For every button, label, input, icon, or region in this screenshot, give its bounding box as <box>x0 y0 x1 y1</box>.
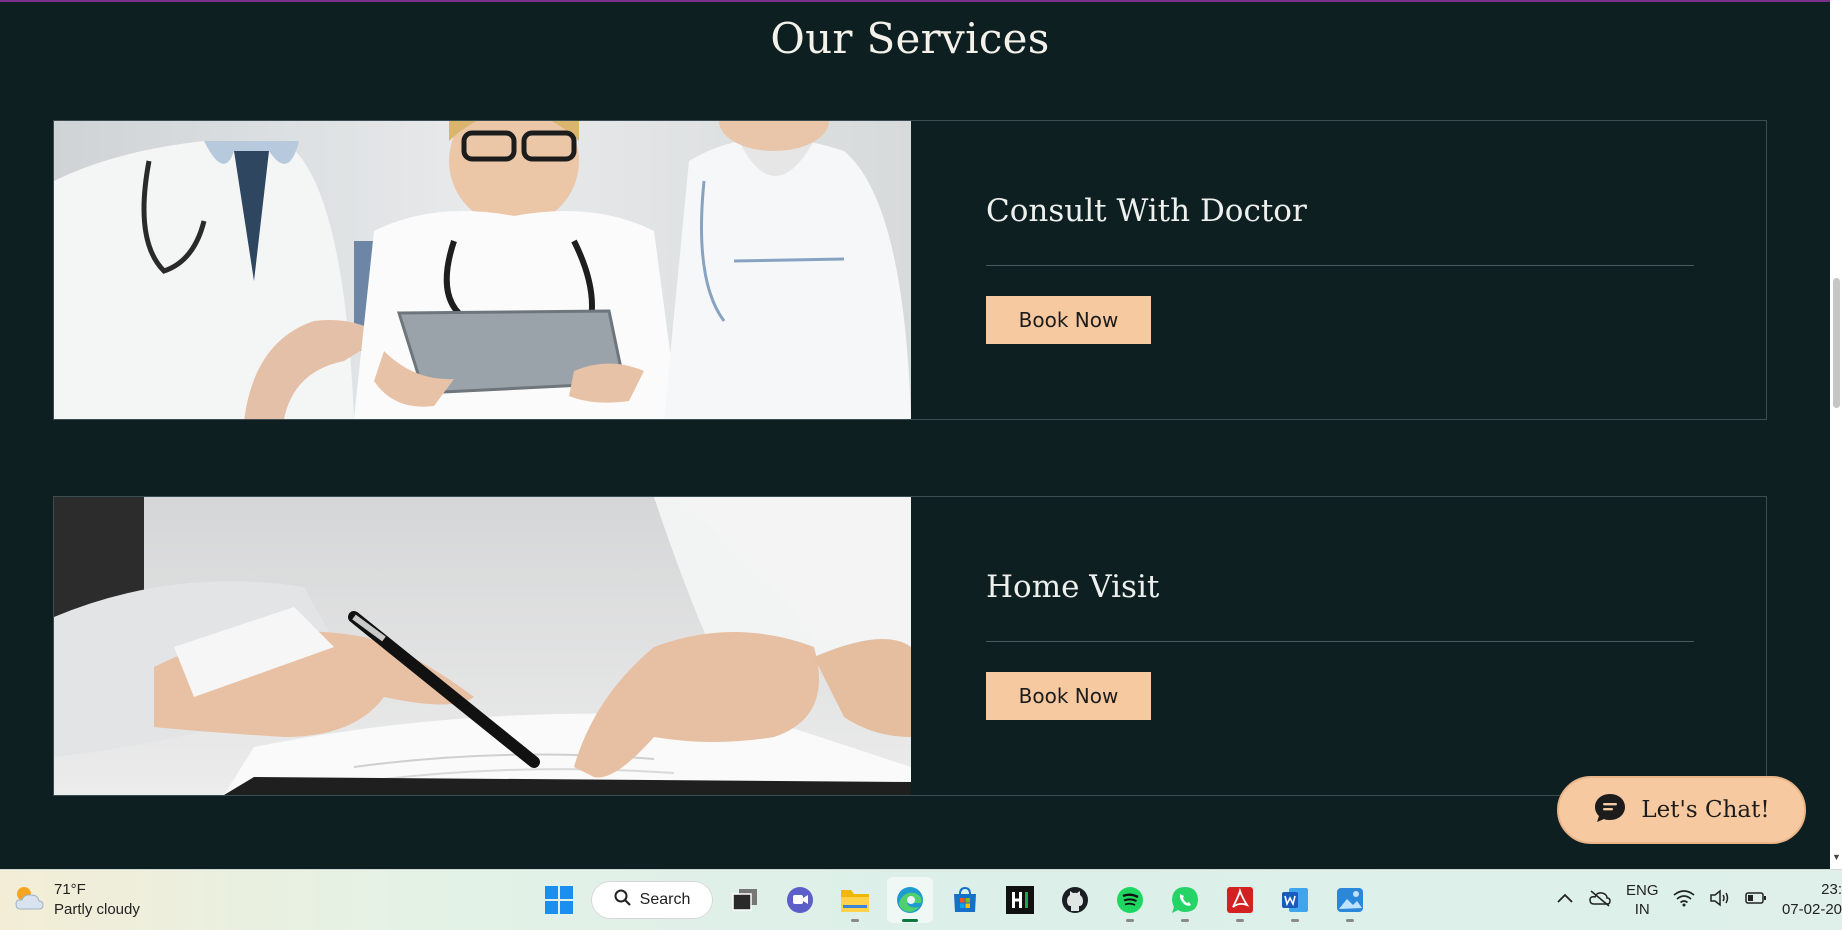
book-now-button[interactable]: Book Now <box>986 296 1151 344</box>
volume-icon[interactable] <box>1709 888 1731 912</box>
search-label: Search <box>639 891 691 908</box>
task-view-icon[interactable] <box>722 877 768 923</box>
windows-start-icon[interactable] <box>536 877 582 923</box>
wifi-icon[interactable] <box>1672 889 1695 912</box>
battery-icon[interactable] <box>1744 891 1767 910</box>
service-title: Consult With Doctor <box>986 193 1307 229</box>
page-title: Our Services <box>770 14 1050 63</box>
running-indicator <box>1291 919 1299 922</box>
clock[interactable]: 23: 07-02-20 <box>1780 880 1842 920</box>
clock-time: 23: <box>1821 881 1842 898</box>
github-icon[interactable] <box>1052 877 1098 923</box>
file-explorer-icon[interactable] <box>832 877 878 923</box>
whatsapp-icon[interactable] <box>1162 877 1208 923</box>
partly-cloudy-icon <box>12 883 46 918</box>
lets-chat-button[interactable]: Let's Chat! <box>1557 776 1806 844</box>
system-tray: ENG IN <box>1556 880 1767 920</box>
acrobat-icon[interactable] <box>1217 877 1263 923</box>
search-icon <box>614 889 632 912</box>
web-page: Our Services Consult With Doctor Book No… <box>0 0 1830 869</box>
divider <box>986 265 1694 266</box>
taskbar: 71°F Partly cloudy Search ENG IN 23: 07-… <box>0 869 1842 930</box>
edge-browser-icon[interactable] <box>887 877 933 923</box>
taskbar-apps: Search <box>536 876 1373 924</box>
active-indicator <box>902 919 918 922</box>
service-image-document-signing <box>54 497 911 795</box>
spotify-icon[interactable] <box>1107 877 1153 923</box>
vertical-scrollbar[interactable]: ▼ <box>1830 0 1842 869</box>
book-now-button[interactable]: Book Now <box>986 672 1151 720</box>
running-indicator <box>851 919 859 922</box>
taskbar-search[interactable]: Search <box>591 881 713 919</box>
teams-chat-icon[interactable] <box>777 877 823 923</box>
onedrive-offline-icon[interactable] <box>1588 889 1612 912</box>
divider <box>986 641 1694 642</box>
service-title: Home Visit <box>986 569 1160 605</box>
scroll-down-arrow-icon[interactable]: ▼ <box>1832 852 1841 862</box>
language-indicator[interactable]: ENG IN <box>1626 881 1659 919</box>
service-image-doctors <box>54 121 911 419</box>
weather-widget[interactable]: 71°F Partly cloudy <box>12 880 140 920</box>
chat-bubble-icon <box>1593 792 1627 829</box>
hackerrank-icon[interactable] <box>997 877 1043 923</box>
scrollbar-thumb[interactable] <box>1833 278 1840 408</box>
running-indicator <box>1181 919 1189 922</box>
running-indicator <box>1346 919 1354 922</box>
language-code: ENG <box>1626 882 1659 899</box>
microsoft-store-icon[interactable] <box>942 877 988 923</box>
language-region: IN <box>1634 901 1650 918</box>
photos-icon[interactable] <box>1327 877 1373 923</box>
weather-condition: Partly cloudy <box>54 901 140 918</box>
clock-date: 07-02-20 <box>1781 901 1842 918</box>
service-card-home-visit: Home Visit Book Now <box>53 496 1767 796</box>
running-indicator <box>1236 919 1244 922</box>
word-icon[interactable] <box>1272 877 1318 923</box>
weather-temperature: 71°F <box>54 881 86 898</box>
service-card-consult: Consult With Doctor Book Now <box>53 120 1767 420</box>
chat-label: Let's Chat! <box>1641 797 1770 823</box>
chevron-up-icon[interactable] <box>1556 891 1574 909</box>
running-indicator <box>1126 919 1134 922</box>
